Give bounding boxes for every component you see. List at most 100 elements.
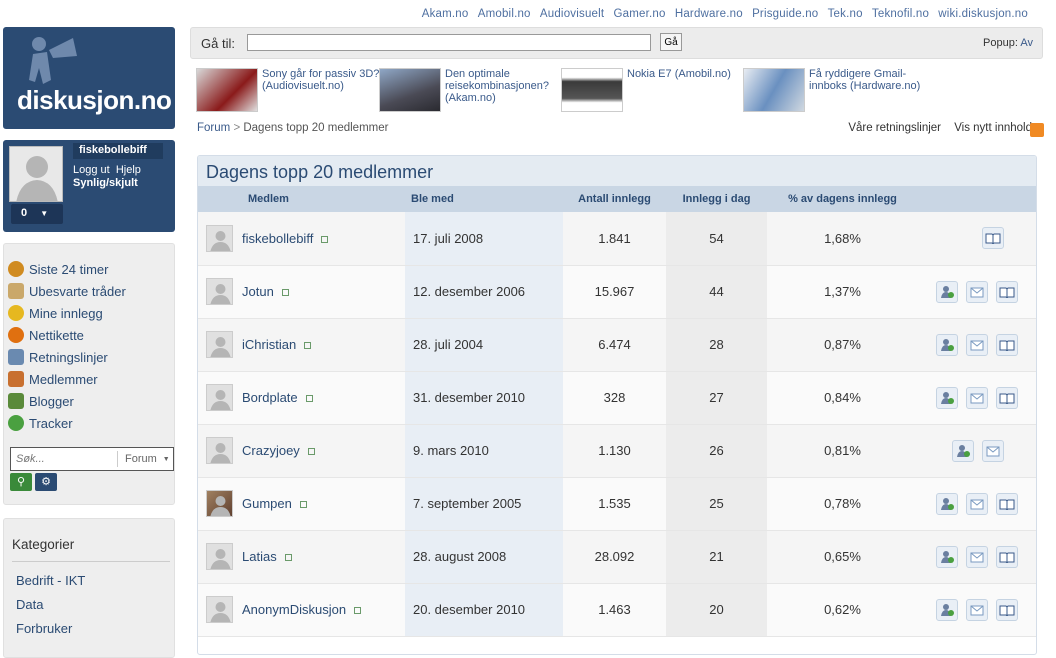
profile-card-icon[interactable] xyxy=(284,554,292,562)
member-name-link[interactable]: Latias xyxy=(242,549,277,564)
logout-link[interactable]: Logg ut xyxy=(73,164,110,176)
search-button[interactable]: ⚲ xyxy=(10,473,32,491)
member-name-link[interactable]: Bordplate xyxy=(242,390,298,405)
member-avatar[interactable] xyxy=(206,490,233,517)
add-friend-icon[interactable] xyxy=(936,333,958,356)
percent-today: 0,84% xyxy=(767,371,918,425)
category-link[interactable]: Bedrift - IKT xyxy=(16,573,85,597)
member-avatar[interactable] xyxy=(206,331,233,358)
topnav-hardware-link[interactable]: Hardware.no xyxy=(675,8,743,20)
topnav-gamer-link[interactable]: Gamer.no xyxy=(614,8,666,20)
add-friend-icon[interactable] xyxy=(936,492,958,515)
menu-item-tracker[interactable]: Tracker xyxy=(4,412,174,434)
profile-card-icon[interactable] xyxy=(304,342,312,350)
book-icon[interactable] xyxy=(996,492,1018,515)
new-content-link[interactable]: Vis nytt innhold xyxy=(954,122,1032,134)
menu-item-medlemmer[interactable]: Medlemmer xyxy=(4,368,174,390)
percent-today: 1,37% xyxy=(767,265,918,319)
column-header[interactable]: % av dagens innlegg xyxy=(767,186,918,212)
table-row: Crazyjoey 9. mars 2010 1.130 26 0,81% xyxy=(198,424,1036,478)
menu-item-siste-24-timer[interactable]: Siste 24 timer xyxy=(4,258,174,280)
member-avatar[interactable] xyxy=(206,543,233,570)
posts-today: 26 xyxy=(666,424,767,478)
topnav-amobil-link[interactable]: Amobil.no xyxy=(478,8,531,20)
profile-card-icon[interactable] xyxy=(321,235,329,243)
member-avatar[interactable] xyxy=(206,384,233,411)
visibility-toggle[interactable]: Synlig/skjult xyxy=(73,177,138,189)
member-avatar[interactable] xyxy=(206,224,233,252)
avatar[interactable] xyxy=(9,146,63,202)
member-avatar[interactable] xyxy=(206,596,233,623)
profile-card-icon[interactable] xyxy=(307,448,315,456)
book-icon[interactable] xyxy=(996,598,1018,621)
top-members-board: Dagens topp 20 medlemmer Medlem Ble med … xyxy=(197,155,1037,655)
add-friend-icon[interactable] xyxy=(936,545,958,568)
post-count: 1.535 xyxy=(563,477,666,531)
help-link[interactable]: Hjelp xyxy=(116,164,141,176)
profile-card-icon[interactable] xyxy=(354,607,362,615)
message-icon[interactable] xyxy=(966,545,988,568)
member-name-link[interactable]: iChristian xyxy=(242,337,296,352)
member-actions xyxy=(918,439,1036,462)
add-friend-icon[interactable] xyxy=(936,598,958,621)
member-avatar[interactable] xyxy=(206,278,233,305)
category-link[interactable]: Forbruker xyxy=(16,621,85,645)
message-icon[interactable] xyxy=(966,333,988,356)
featured-item[interactable]: Den optimale reisekombinasjonen? (Akam.n… xyxy=(379,68,563,116)
search-scope-select[interactable]: Forum xyxy=(118,453,157,465)
goto-button[interactable]: Gå xyxy=(660,33,682,51)
site-logo[interactable]: diskusjon.no xyxy=(3,27,175,129)
member-name-link[interactable]: Crazyjoey xyxy=(242,443,300,458)
featured-item[interactable]: Nokia E7 (Amobil.no) xyxy=(561,68,745,116)
message-icon[interactable] xyxy=(982,439,1004,462)
topnav-akam-link[interactable]: Akam.no xyxy=(422,8,469,20)
notification-count[interactable]: 0 ▼ xyxy=(11,204,63,224)
message-icon[interactable] xyxy=(966,386,988,409)
message-icon[interactable] xyxy=(966,598,988,621)
member-name-link[interactable]: fiskebollebiff xyxy=(242,231,313,246)
add-friend-icon[interactable] xyxy=(952,439,974,462)
member-name-link[interactable]: AnonymDiskusjon xyxy=(242,602,346,617)
topnav-tek-link[interactable]: Tek.no xyxy=(828,8,863,20)
member-avatar[interactable] xyxy=(206,437,233,464)
book-icon[interactable] xyxy=(982,227,1004,250)
menu-item-nettikette[interactable]: Nettikette xyxy=(4,324,174,346)
search-options-button[interactable]: ⚙ xyxy=(35,473,57,491)
goto-input[interactable] xyxy=(247,34,651,51)
column-header[interactable]: Medlem xyxy=(242,186,405,212)
profile-card-icon[interactable] xyxy=(305,395,313,403)
menu-item-ubesvarte[interactable]: Ubesvarte tråder xyxy=(4,280,174,302)
featured-item[interactable]: Få ryddigere Gmail-innboks (Hardware.no) xyxy=(743,68,927,116)
topnav-teknofil-link[interactable]: Teknofil.no xyxy=(872,8,929,20)
book-icon[interactable] xyxy=(996,386,1018,409)
profile-card-icon[interactable] xyxy=(299,501,307,509)
menu-item-mine-innlegg[interactable]: Mine innlegg xyxy=(4,302,174,324)
guidelines-link[interactable]: Våre retningslinjer xyxy=(848,122,941,134)
member-name-link[interactable]: Jotun xyxy=(242,284,274,299)
profile-card-icon[interactable] xyxy=(281,289,289,297)
member-name-link[interactable]: Gumpen xyxy=(242,496,292,511)
breadcrumb-forum-link[interactable]: Forum xyxy=(197,122,230,134)
topnav-wiki-link[interactable]: wiki.diskusjon.no xyxy=(938,8,1028,20)
add-friend-icon[interactable] xyxy=(936,280,958,303)
menu-item-retningslinjer[interactable]: Retningslinjer xyxy=(4,346,174,368)
rss-icon[interactable] xyxy=(1030,123,1044,137)
featured-item[interactable]: Sony går for passiv 3D? (Audiovisuelt.no… xyxy=(196,68,380,116)
book-icon[interactable] xyxy=(996,280,1018,303)
book-icon[interactable] xyxy=(996,545,1018,568)
username[interactable]: fiskebollebiff xyxy=(73,143,163,159)
search-input[interactable] xyxy=(11,449,117,469)
add-friend-icon[interactable] xyxy=(936,386,958,409)
topnav-prisguide-link[interactable]: Prisguide.no xyxy=(752,8,818,20)
column-header[interactable]: Ble med xyxy=(405,186,563,212)
column-header[interactable]: Antall innlegg xyxy=(563,186,666,212)
category-link[interactable]: Data xyxy=(16,597,85,621)
column-header[interactable]: Innlegg i dag xyxy=(666,186,767,212)
message-icon[interactable] xyxy=(966,280,988,303)
topnav-audiovisuelt-link[interactable]: Audiovisuelt xyxy=(540,8,604,20)
message-icon[interactable] xyxy=(966,492,988,515)
popup-toggle[interactable]: Popup: Av xyxy=(983,37,1033,49)
page-title: Dagens topp 20 medlemmer xyxy=(198,156,1036,186)
menu-item-blogger[interactable]: Blogger xyxy=(4,390,174,412)
book-icon[interactable] xyxy=(996,333,1018,356)
